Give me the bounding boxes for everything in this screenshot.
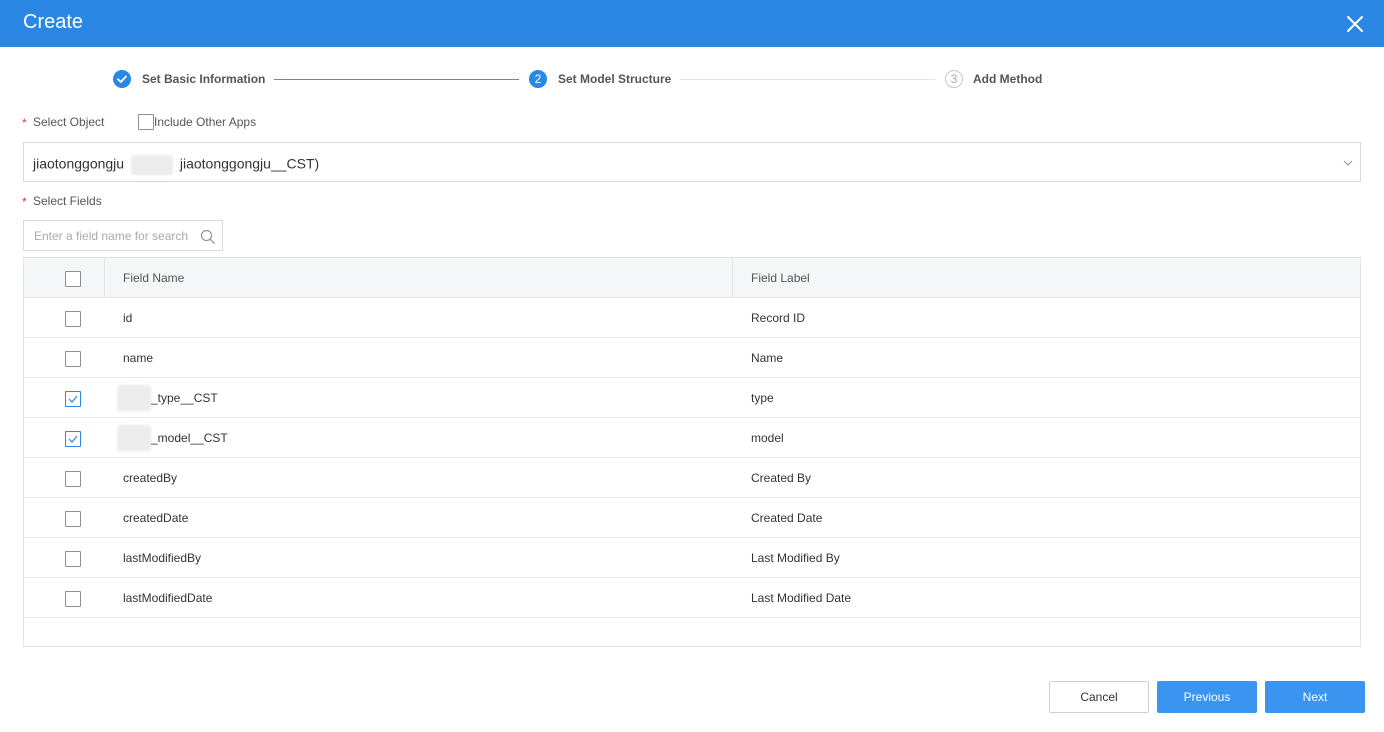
field-search-input[interactable] [34, 227, 194, 245]
row-checkbox[interactable] [65, 311, 81, 327]
table-row[interactable]: id Record ID [24, 298, 1360, 338]
redacted-text [117, 385, 151, 411]
row-checkbox[interactable] [65, 511, 81, 527]
field-label-cell: Created Date [751, 511, 823, 525]
fields-table: Field Name Field Label id Record ID name… [23, 257, 1361, 647]
field-name-cell: id [123, 311, 133, 325]
table-row[interactable]: lastModifiedBy Last Modified By [24, 538, 1360, 578]
object-select-value: jiaotonggongju jiaotonggongju__CST) [33, 155, 319, 175]
field-name-cell: _type__CST [151, 391, 218, 405]
field-name-cell: createdDate [123, 511, 189, 525]
include-other-apps-label[interactable]: Include Other Apps [154, 115, 256, 129]
next-button[interactable]: Next [1265, 681, 1365, 713]
column-header-field-name: Field Name [123, 271, 185, 285]
check-icon [68, 435, 78, 443]
field-label-cell: Last Modified By [751, 551, 840, 565]
column-divider [104, 258, 105, 298]
chevron-down-icon [1342, 157, 1354, 172]
required-asterisk: * [22, 116, 27, 130]
cancel-button[interactable]: Cancel [1049, 681, 1149, 713]
field-label-cell: model [751, 431, 784, 445]
select-object-label: Select Object [33, 115, 105, 129]
redacted-text [130, 155, 173, 175]
field-label-cell: Record ID [751, 311, 806, 325]
row-checkbox[interactable] [65, 431, 81, 447]
row-checkbox[interactable] [65, 591, 81, 607]
dialog-header: Create [0, 0, 1384, 47]
row-checkbox[interactable] [65, 471, 81, 487]
check-icon [113, 70, 131, 88]
field-label-cell: Created By [751, 471, 812, 485]
field-name-cell: createdBy [123, 471, 178, 485]
field-name-cell: name [123, 351, 154, 365]
row-checkbox[interactable] [65, 351, 81, 367]
object-select[interactable]: jiaotonggongju jiaotonggongju__CST) [23, 142, 1361, 182]
object-value-suffix: jiaotonggongju__CST) [179, 155, 320, 172]
required-asterisk: * [22, 195, 27, 209]
field-name-cell: lastModifiedDate [123, 591, 213, 605]
field-search[interactable] [23, 220, 223, 251]
step-3-number: 3 [945, 70, 963, 88]
table-row[interactable]: _type__CST type [24, 378, 1360, 418]
select-fields-label: Select Fields [33, 194, 102, 208]
redacted-text [117, 425, 151, 451]
field-label-cell: Name [751, 351, 784, 365]
field-label-cell: type [751, 391, 774, 405]
column-divider [732, 258, 733, 298]
column-header-field-label: Field Label [751, 271, 810, 285]
row-checkbox[interactable] [65, 551, 81, 567]
field-name-cell: lastModifiedBy [123, 551, 202, 565]
field-name-cell: _model__CST [151, 431, 228, 445]
step-2-number: 2 [529, 70, 547, 88]
table-row[interactable]: createdBy Created By [24, 458, 1360, 498]
field-label-cell: Last Modified Date [751, 591, 852, 605]
table-row[interactable]: createdDate Created Date [24, 498, 1360, 538]
table-row[interactable]: lastModifiedDate Last Modified Date [24, 578, 1360, 618]
row-checkbox[interactable] [65, 391, 81, 407]
table-row[interactable]: _model__CST model [24, 418, 1360, 458]
step-3-label: Add Method [973, 72, 1043, 86]
search-icon[interactable] [200, 229, 216, 248]
table-row[interactable]: name Name [24, 338, 1360, 378]
previous-button[interactable]: Previous [1157, 681, 1257, 713]
close-icon[interactable] [1345, 14, 1365, 34]
check-icon [68, 395, 78, 403]
step-indicator: Set Basic Information 2 Set Model Struct… [0, 68, 1384, 92]
dialog-title: Create [23, 11, 84, 33]
step-connector-pending [680, 79, 935, 80]
object-value-prefix: jiaotonggongju [33, 155, 125, 172]
table-header: Field Name Field Label [24, 258, 1360, 298]
select-all-checkbox[interactable] [65, 271, 81, 287]
include-other-apps-checkbox[interactable] [138, 114, 154, 130]
step-connector-done [274, 79, 519, 80]
step-2-label: Set Model Structure [558, 72, 672, 86]
step-1-label: Set Basic Information [142, 72, 266, 86]
